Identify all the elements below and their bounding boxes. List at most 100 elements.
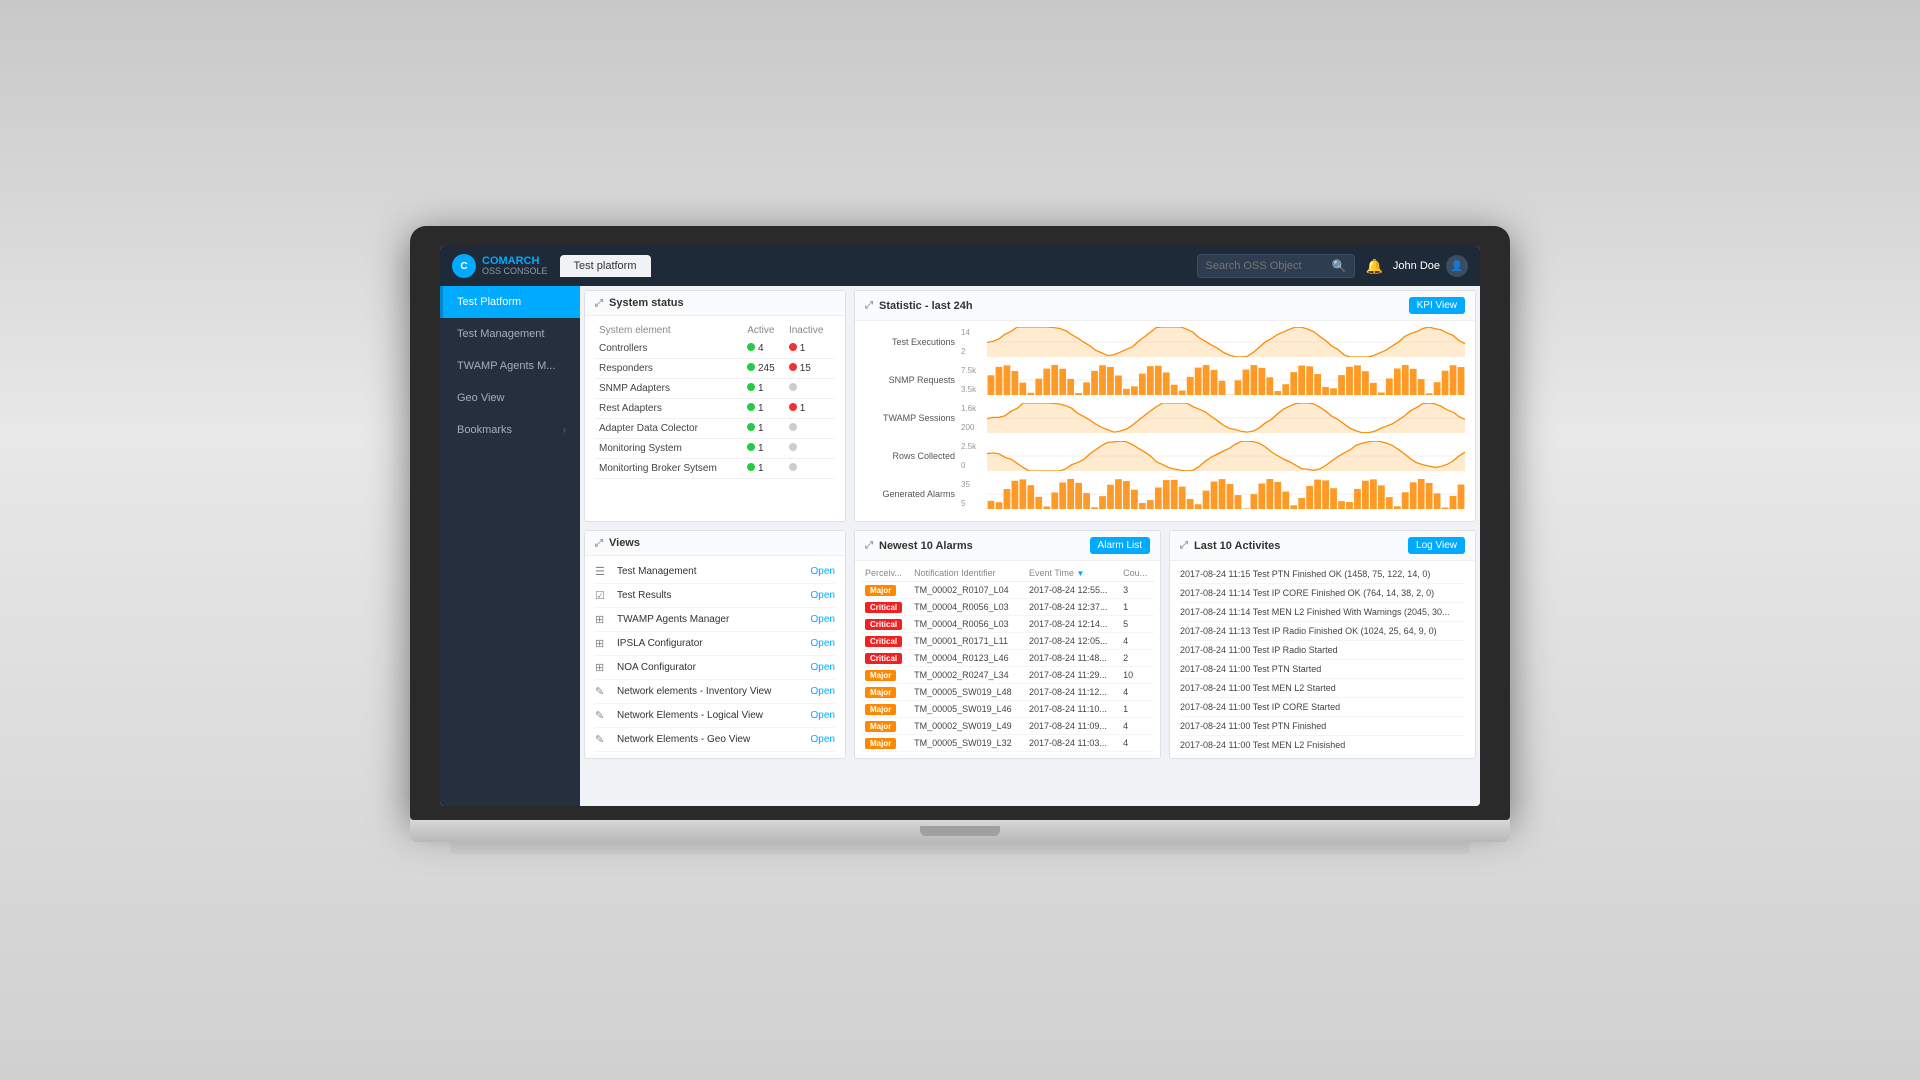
table-row: Controllers 4 1 — [595, 339, 835, 359]
count-cell: 4 — [1119, 735, 1154, 752]
log-view-button[interactable]: Log View — [1408, 537, 1465, 554]
kpi-view-button[interactable]: KPI View — [1409, 297, 1465, 314]
notification-cell: TM_00005_SW019_L48 — [910, 684, 1025, 701]
logo-text: COMARCH OSS CONSOLE — [482, 255, 548, 277]
view-name: IPSLA Configurator — [617, 638, 803, 649]
logo-icon: C — [452, 254, 476, 278]
event-time-cell: 2017-08-24 11:03... — [1025, 735, 1119, 752]
open-link[interactable]: Open — [811, 686, 835, 697]
bell-icon[interactable]: 🔔 — [1365, 258, 1382, 275]
sort-icon[interactable]: ▼ — [1077, 569, 1085, 578]
stats-expand-icon[interactable]: ⤢ — [865, 300, 873, 311]
severity-badge: Major — [865, 738, 896, 749]
chart-y-labels: 1.6k200 — [961, 404, 981, 432]
alarms-expand-icon[interactable]: ⤢ — [865, 540, 873, 551]
list-item: 2017-08-24 11:00 Test MEN L2 Fnisished — [1180, 736, 1465, 754]
alarm-col-count: Cou... — [1119, 565, 1154, 582]
list-item: ✎ Network elements - Inventory View Open — [595, 680, 835, 704]
view-type-icon: ⊞ — [595, 661, 609, 674]
activities-panel: ⤢ Last 10 Activites Log View 2017-08-24 … — [1169, 530, 1476, 759]
col-inactive: Inactive — [785, 322, 835, 339]
table-row: Adapter Data Colector 1 — [595, 419, 835, 439]
event-time-cell: 2017-08-24 11:29... — [1025, 667, 1119, 684]
event-time-cell: 2017-08-24 11:09... — [1025, 718, 1119, 735]
severity-cell: Critical — [861, 616, 910, 633]
table-row: Major TM_00002_SW019_L49 2017-08-24 11:0… — [861, 718, 1154, 735]
chart-label: SNMP Requests — [865, 375, 955, 385]
active-value: 1 — [758, 463, 764, 474]
event-time-cell: 2017-08-24 11:12... — [1025, 684, 1119, 701]
count-cell: 1 — [1119, 701, 1154, 718]
list-item: ☰ Test Management Open — [595, 560, 835, 584]
count-cell: 3 — [1119, 582, 1154, 599]
chart-area — [987, 365, 1465, 395]
count-cell: 2 — [1119, 650, 1154, 667]
inactive-dot — [789, 403, 797, 411]
alarm-list-button[interactable]: Alarm List — [1090, 537, 1150, 554]
sidebar-item-geo-view[interactable]: Geo View — [440, 382, 580, 414]
inactive-cell — [785, 379, 835, 399]
event-time-cell: 2017-08-24 12:37... — [1025, 599, 1119, 616]
activities-body: 2017-08-24 11:15 Test PTN Finished OK (1… — [1170, 561, 1475, 758]
table-row: SNMP Adapters 1 — [595, 379, 835, 399]
sidebar-item-test-platform[interactable]: Test Platform — [440, 286, 580, 318]
sidebar: Test PlatformTest ManagementTWAMP Agents… — [440, 286, 580, 806]
severity-badge: Major — [865, 585, 896, 596]
notification-cell: TM_00005_SW019_L46 — [910, 701, 1025, 718]
chart-row: SNMP Requests7.5k3.5k — [865, 365, 1465, 395]
tab-test-platform[interactable]: Test platform — [560, 255, 651, 277]
sidebar-item-test-management[interactable]: Test Management — [440, 318, 580, 350]
open-link[interactable]: Open — [811, 614, 835, 625]
chart-label: Generated Alarms — [865, 489, 955, 499]
list-item: ⊞ TWAMP Agents Manager Open — [595, 608, 835, 632]
open-link[interactable]: Open — [811, 710, 835, 721]
chart-row: Test Executions142 — [865, 327, 1465, 357]
search-box[interactable]: 🔍 — [1197, 254, 1356, 278]
chart-y-labels: 2.5k0 — [961, 442, 981, 470]
open-link[interactable]: Open — [811, 662, 835, 673]
chart-label: TWAMP Sessions — [865, 413, 955, 423]
tab-bar: Test platform — [560, 255, 1197, 277]
list-item: 2017-08-24 11:14 Test MEN L2 Finished Wi… — [1180, 603, 1465, 622]
event-time-cell: 2017-08-24 11:10... — [1025, 701, 1119, 718]
sidebar-item-bookmarks[interactable]: Bookmarks› — [440, 414, 580, 446]
severity-cell: Critical — [861, 599, 910, 616]
table-row: Rest Adapters 1 1 — [595, 399, 835, 419]
views-expand-icon[interactable]: ⤢ — [595, 538, 603, 549]
view-type-icon: ☰ — [595, 565, 609, 578]
severity-badge: Critical — [865, 602, 902, 613]
active-value: 245 — [758, 363, 775, 374]
severity-badge: Major — [865, 670, 896, 681]
active-value: 1 — [758, 403, 764, 414]
list-item: 2017-08-24 11:00 Test PTN Finished — [1180, 717, 1465, 736]
system-element-name: Responders — [595, 359, 743, 379]
view-name: NOA Configurator — [617, 662, 803, 673]
avatar: 👤 — [1446, 255, 1468, 277]
alarm-col-severity: Perceiv... — [861, 565, 910, 582]
table-row: Responders 245 15 — [595, 359, 835, 379]
chart-label: Rows Collected — [865, 451, 955, 461]
views-panel: ⤢ Views ☰ Test Management Open ☑ Test Re… — [584, 530, 846, 759]
activities-expand-icon[interactable]: ⤢ — [1180, 540, 1188, 551]
active-value: 4 — [758, 343, 764, 354]
expand-icon[interactable]: ⤢ — [595, 298, 603, 309]
active-cell: 1 — [743, 459, 785, 479]
active-cell: 1 — [743, 379, 785, 399]
views-header: ⤢ Views — [585, 531, 845, 556]
open-link[interactable]: Open — [811, 566, 835, 577]
chart-area — [987, 479, 1465, 509]
severity-cell: Major — [861, 718, 910, 735]
list-item: 2017-08-24 11:00 Test MEN L2 Started — [1180, 679, 1465, 698]
active-cell: 1 — [743, 399, 785, 419]
open-link[interactable]: Open — [811, 638, 835, 649]
sidebar-item-twamp-agents[interactable]: TWAMP Agents M... — [440, 350, 580, 382]
table-row: Critical TM_00004_R0056_L03 2017-08-24 1… — [861, 599, 1154, 616]
open-link[interactable]: Open — [811, 590, 835, 601]
active-dot — [747, 383, 755, 391]
open-link[interactable]: Open — [811, 734, 835, 745]
logo: C COMARCH OSS CONSOLE — [452, 254, 548, 278]
table-row: Major TM_00005_SW019_L46 2017-08-24 11:1… — [861, 701, 1154, 718]
search-input[interactable] — [1206, 260, 1326, 272]
system-status-panel: ⤢ System status System element Act — [584, 290, 846, 522]
active-dot — [747, 463, 755, 471]
